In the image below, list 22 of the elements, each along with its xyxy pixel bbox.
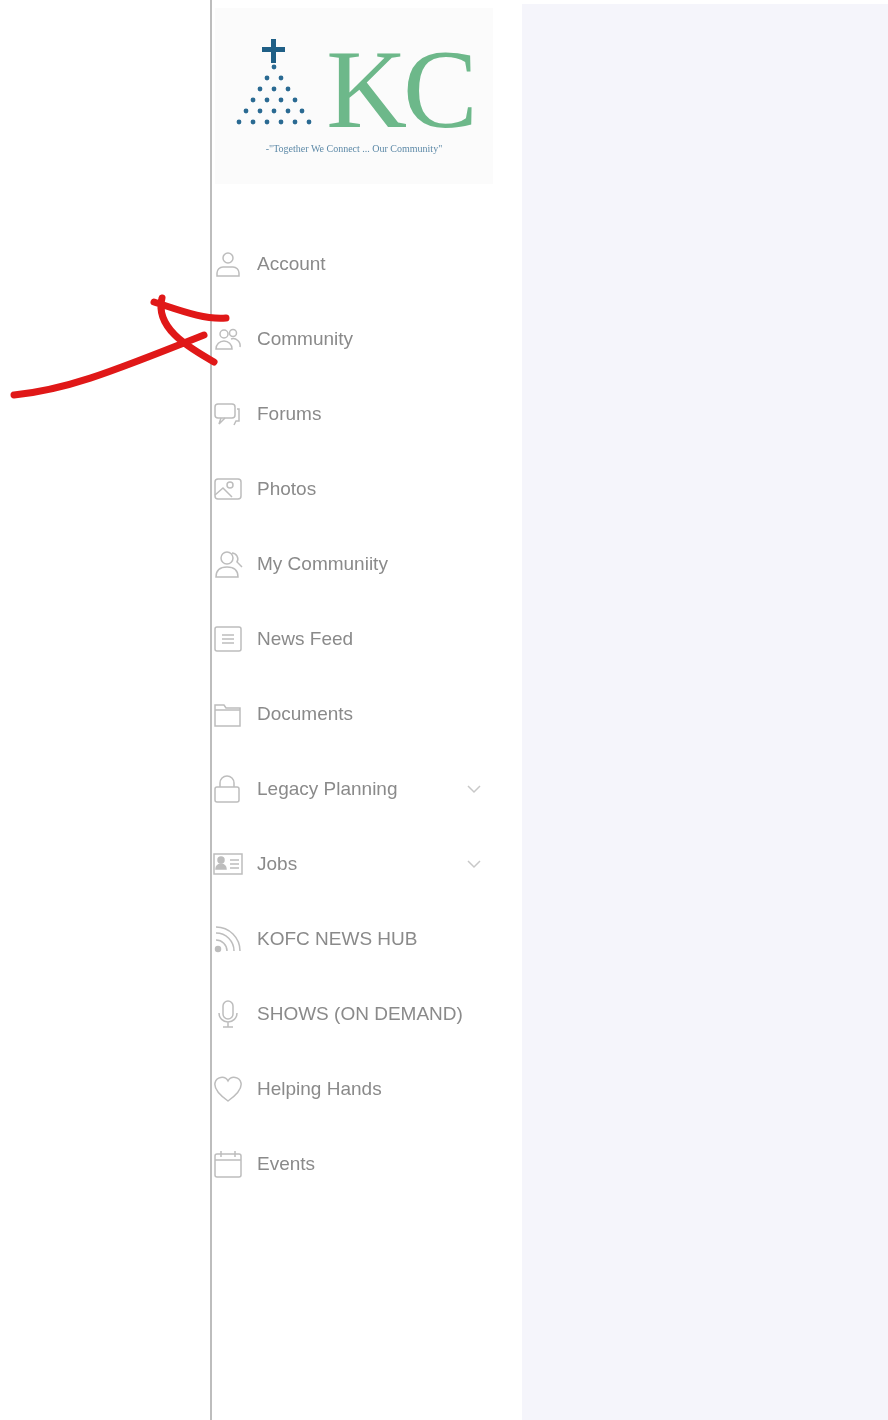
sidebar-item[interactable]: News Feed (212, 601, 522, 676)
sidebar-item[interactable]: My Communiity (212, 526, 522, 601)
sidebar-item[interactable]: Photos (212, 451, 522, 526)
people-icon (213, 548, 243, 579)
logo-tagline: -"Together We Connect ... Our Community" (265, 142, 443, 154)
sidebar-item[interactable]: Forums (212, 376, 522, 451)
sidebar-item[interactable]: SHOWS (ON DEMAND) (212, 976, 522, 1051)
sidebar-item[interactable]: Community (212, 301, 522, 376)
logo-letters: KC (326, 40, 474, 137)
rss-icon (213, 923, 243, 954)
sidebar-item[interactable]: Jobs (212, 826, 522, 901)
sidebar-item[interactable]: KOFC NEWS HUB (212, 901, 522, 976)
sidebar-item[interactable]: Events (212, 1126, 522, 1201)
sidebar-item[interactable]: Legacy Planning (212, 751, 522, 826)
chevron-down-icon (466, 858, 482, 869)
calendar-icon (213, 1148, 243, 1179)
sidebar-item[interactable]: Account (212, 226, 522, 301)
sidebar-item[interactable]: Documents (212, 676, 522, 751)
chevron-down-icon (466, 783, 482, 794)
lock-icon (213, 773, 243, 804)
list-icon (213, 623, 243, 654)
sidebar-item[interactable]: Helping Hands (212, 1051, 522, 1126)
